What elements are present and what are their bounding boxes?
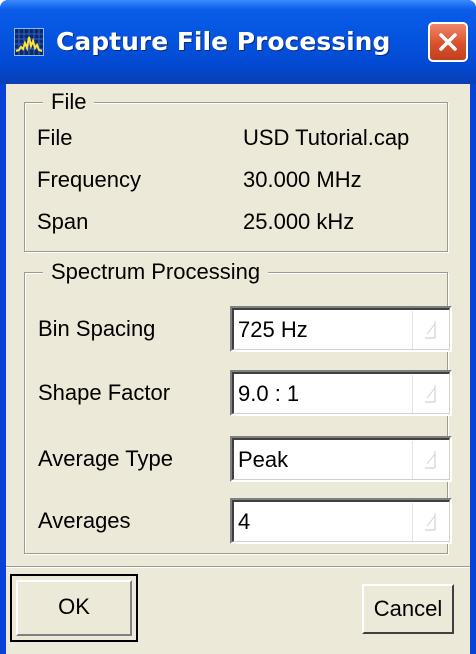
cancel-button-label: Cancel bbox=[373, 596, 443, 621]
bin-spacing-select[interactable]: 725 Hz bbox=[230, 306, 452, 352]
dropdown-arrow-icon bbox=[425, 451, 436, 469]
dialog-window: Capture File Processing File File USD Tu… bbox=[0, 0, 476, 654]
frequency-value: 30.000 MHz bbox=[243, 167, 362, 192]
dialog-body: File File USD Tutorial.cap Frequency 30.… bbox=[6, 84, 470, 654]
span-value: 25.000 kHz bbox=[243, 209, 355, 234]
file-group-title: File bbox=[43, 87, 95, 117]
averages-value: 4 bbox=[238, 509, 251, 534]
shape-factor-value: 9.0 : 1 bbox=[238, 381, 300, 406]
file-value: USD Tutorial.cap bbox=[243, 125, 410, 150]
average-type-value: Peak bbox=[238, 447, 289, 472]
span-label: Span bbox=[37, 209, 89, 234]
button-separator bbox=[6, 566, 470, 568]
spectrum-analyzer-icon bbox=[14, 28, 44, 56]
file-label: File bbox=[37, 125, 73, 150]
average-type-label: Average Type bbox=[38, 446, 173, 471]
averages-dropdown-button[interactable] bbox=[412, 503, 448, 541]
window-title: Capture File Processing bbox=[56, 27, 391, 56]
dropdown-arrow-icon bbox=[425, 385, 436, 403]
title-bar[interactable]: Capture File Processing bbox=[0, 0, 476, 84]
bin-spacing-value: 725 Hz bbox=[238, 317, 308, 342]
close-button[interactable] bbox=[428, 22, 468, 62]
spectrum-processing-group-title: Spectrum Processing bbox=[43, 257, 269, 287]
ok-button-label: OK bbox=[58, 594, 90, 619]
dropdown-arrow-icon bbox=[425, 513, 436, 531]
average-type-select[interactable]: Peak bbox=[230, 436, 452, 482]
frequency-label: Frequency bbox=[37, 167, 141, 192]
averages-select[interactable]: 4 bbox=[230, 498, 452, 544]
shape-factor-select[interactable]: 9.0 : 1 bbox=[230, 370, 452, 416]
ok-button[interactable]: OK bbox=[10, 574, 138, 642]
average-type-dropdown-button[interactable] bbox=[412, 441, 448, 479]
shape-factor-dropdown-button[interactable] bbox=[412, 375, 448, 413]
bin-spacing-dropdown-button[interactable] bbox=[412, 311, 448, 349]
cancel-button[interactable]: Cancel bbox=[362, 584, 454, 634]
shape-factor-label: Shape Factor bbox=[38, 380, 171, 405]
dropdown-arrow-icon bbox=[425, 321, 436, 339]
averages-label: Averages bbox=[38, 508, 131, 533]
file-group: File File USD Tutorial.cap Frequency 30.… bbox=[24, 87, 448, 252]
close-icon bbox=[439, 33, 457, 51]
bin-spacing-label: Bin Spacing bbox=[38, 316, 156, 341]
